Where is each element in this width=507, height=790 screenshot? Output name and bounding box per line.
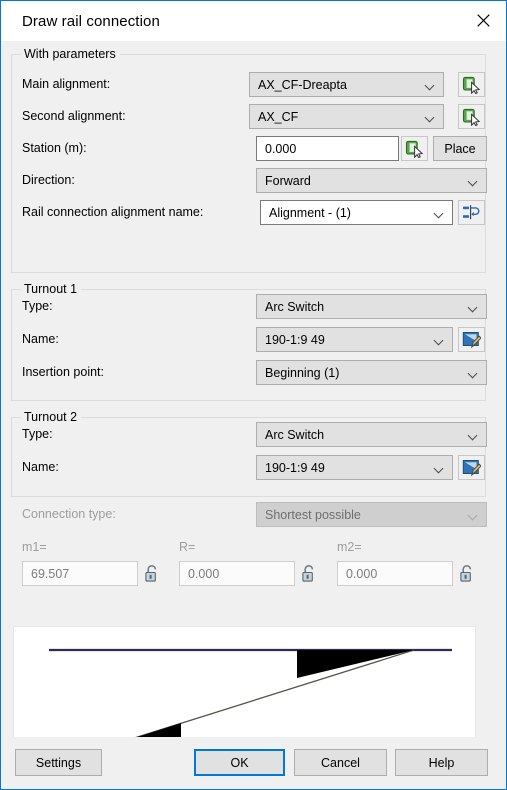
group-turnout-2-title: Turnout 2 <box>21 410 82 424</box>
draw-rail-connection-dialog: Draw rail connection With parameters Mai… <box>0 0 507 790</box>
pick-object-icon[interactable] <box>458 72 485 97</box>
group-turnout-1-title: Turnout 1 <box>21 282 82 296</box>
label-direction: Direction: <box>22 173 75 187</box>
chevron-down-icon <box>417 82 443 87</box>
r-input: 0.000 <box>179 561 295 586</box>
unlocked-padlock-icon[interactable] <box>142 562 162 584</box>
select-direction-value: Forward <box>265 173 311 188</box>
label-rail-connection-name: Rail connection alignment name: <box>22 205 204 219</box>
select-connection-type-value: Shortest possible <box>265 507 361 522</box>
select-main-alignment-value: AX_CF-Dreapta <box>258 77 347 92</box>
chevron-down-icon <box>460 178 486 183</box>
chevron-down-icon <box>460 304 486 309</box>
chevron-down-icon <box>417 114 443 119</box>
dialog-footer: Settings OK Cancel Help <box>1 737 506 789</box>
unlocked-padlock-icon[interactable] <box>457 562 477 584</box>
label-turnout1-name: Name: <box>22 332 59 346</box>
select-turnout2-name-value: 190-1:9 49 <box>265 460 325 475</box>
m1-input: 69.507 <box>22 561 138 586</box>
label-r: R= <box>179 540 196 554</box>
pick-object-icon[interactable] <box>458 104 485 129</box>
label-turnout2-name: Name: <box>22 460 59 474</box>
ok-button[interactable]: OK <box>194 749 285 776</box>
chevron-down-icon <box>426 465 452 470</box>
close-icon[interactable] <box>460 1 506 39</box>
dialog-title: Draw rail connection <box>22 12 160 30</box>
dialog-body: With parameters Main alignment: AX_CF-Dr… <box>1 41 506 768</box>
pick-object-icon[interactable] <box>401 136 428 161</box>
connection-rename-icon[interactable] <box>458 200 485 225</box>
select-turnout1-type[interactable]: Arc Switch <box>256 294 487 319</box>
help-button[interactable]: Help <box>395 749 488 776</box>
m2-input: 0.000 <box>337 561 453 586</box>
select-rail-connection-name[interactable]: Alignment - (1) <box>260 200 453 225</box>
select-turnout2-name[interactable]: 190-1:9 49 <box>256 455 453 480</box>
select-second-alignment-value: AX_CF <box>258 109 299 124</box>
select-direction[interactable]: Forward <box>256 168 487 193</box>
label-turnout2-type: Type: <box>22 427 53 441</box>
select-turnout1-insertion[interactable]: Beginning (1) <box>256 360 487 385</box>
cancel-button[interactable]: Cancel <box>294 749 387 776</box>
station-input[interactable]: 0.000 <box>256 136 399 161</box>
label-connection-type: Connection type: <box>22 507 116 521</box>
select-second-alignment[interactable]: AX_CF <box>249 104 444 129</box>
group-with-parameters-title: With parameters <box>21 47 120 61</box>
select-main-alignment[interactable]: AX_CF-Dreapta <box>249 72 444 97</box>
edit-pencil-icon[interactable] <box>458 327 485 352</box>
label-m1: m1= <box>22 540 47 554</box>
select-turnout1-insertion-value: Beginning (1) <box>265 365 340 380</box>
chevron-down-icon <box>426 337 452 342</box>
edit-pencil-icon[interactable] <box>458 455 485 480</box>
select-rail-connection-name-value: Alignment - (1) <box>269 205 351 220</box>
settings-button[interactable]: Settings <box>15 749 102 776</box>
title-bar: Draw rail connection <box>1 1 506 41</box>
chevron-down-icon <box>460 370 486 375</box>
select-turnout2-type-value: Arc Switch <box>265 427 325 442</box>
label-main-alignment: Main alignment: <box>22 77 111 91</box>
chevron-down-icon <box>426 210 452 215</box>
unlocked-padlock-icon[interactable] <box>299 562 319 584</box>
select-turnout2-type[interactable]: Arc Switch <box>256 422 487 447</box>
label-station: Station (m): <box>22 141 87 155</box>
select-connection-type: Shortest possible <box>256 502 487 527</box>
label-m2: m2= <box>337 540 362 554</box>
label-turnout1-insertion: Insertion point: <box>22 365 104 379</box>
chevron-down-icon <box>460 512 486 517</box>
label-second-alignment: Second alignment: <box>22 109 126 123</box>
chevron-down-icon <box>460 432 486 437</box>
select-turnout1-name[interactable]: 190-1:9 49 <box>256 327 453 352</box>
select-turnout1-type-value: Arc Switch <box>265 299 325 314</box>
select-turnout1-name-value: 190-1:9 49 <box>265 332 325 347</box>
place-button[interactable]: Place <box>433 136 487 161</box>
label-turnout1-type: Type: <box>22 299 53 313</box>
